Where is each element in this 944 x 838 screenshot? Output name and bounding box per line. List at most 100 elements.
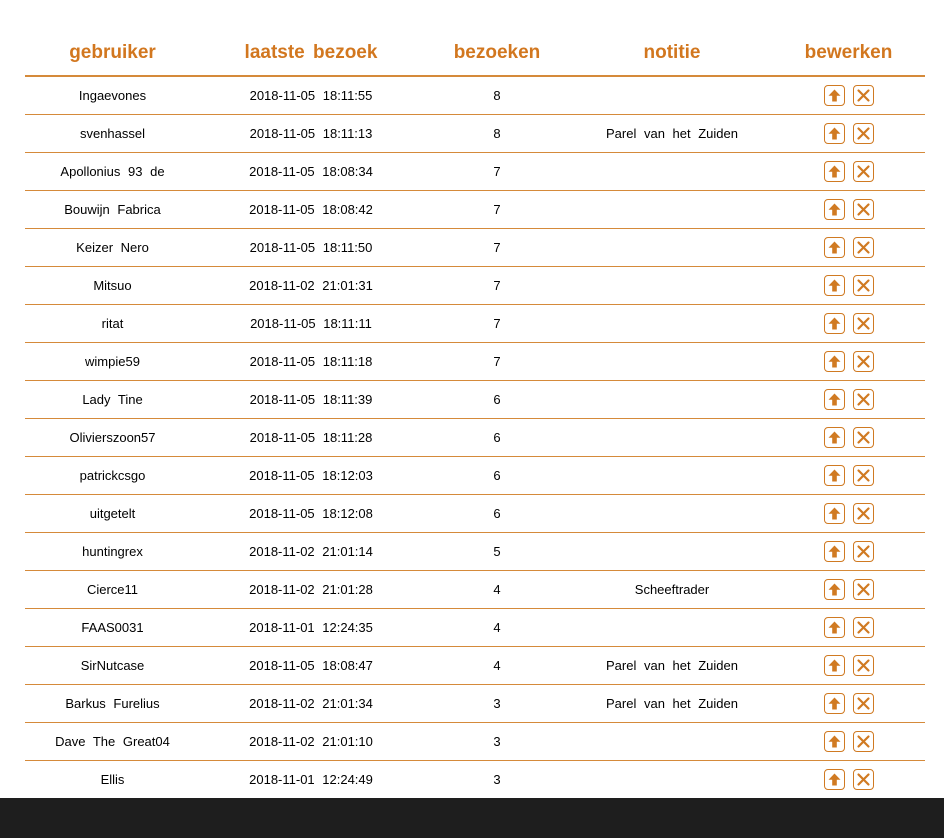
user-name[interactable]: huntingrex — [25, 544, 200, 559]
close-x-icon[interactable] — [852, 769, 874, 790]
close-x-icon[interactable] — [852, 237, 874, 258]
close-x-icon[interactable] — [852, 731, 874, 752]
close-x-icon[interactable] — [852, 541, 874, 562]
arrow-up-icon[interactable] — [823, 617, 845, 638]
header-last-visit[interactable]: laatste bezoek — [200, 42, 422, 64]
arrow-up-icon[interactable] — [823, 579, 845, 600]
user-name[interactable]: Ingaevones — [25, 88, 200, 103]
arrow-up-icon[interactable] — [823, 275, 845, 296]
table-row: Mitsuo 2018-11-02 21:01:31 7 — [25, 267, 925, 305]
arrow-up-icon[interactable] — [823, 199, 845, 220]
close-x-icon[interactable] — [852, 275, 874, 296]
header-note[interactable]: notitie — [572, 42, 772, 64]
close-x-icon[interactable] — [852, 85, 874, 106]
arrow-up-icon[interactable] — [823, 389, 845, 410]
last-visit: 2018-11-02 21:01:28 — [249, 582, 373, 597]
arrow-up-icon[interactable] — [823, 541, 845, 562]
arrow-up-icon[interactable] — [823, 655, 845, 676]
last-visit: 2018-11-05 18:12:08 — [249, 506, 373, 521]
arrow-up-icon[interactable] — [823, 503, 845, 524]
user-name[interactable]: Mitsuo — [25, 278, 200, 293]
close-x-icon[interactable] — [852, 389, 874, 410]
row-actions — [772, 655, 925, 676]
visit-count: 7 — [493, 240, 501, 255]
last-visit: 2018-11-05 18:08:34 — [249, 164, 373, 179]
row-actions — [772, 769, 925, 790]
arrow-up-icon[interactable] — [823, 769, 845, 790]
table-row: Keizer Nero 2018-11-05 18:11:50 7 — [25, 229, 925, 267]
last-visit: 2018-11-05 18:11:39 — [249, 392, 373, 407]
visit-count: 6 — [493, 506, 501, 521]
last-visit: 2018-11-05 18:12:03 — [249, 468, 373, 483]
close-x-icon[interactable] — [852, 617, 874, 638]
arrow-up-icon[interactable] — [823, 693, 845, 714]
arrow-up-icon[interactable] — [823, 731, 845, 752]
row-actions — [772, 731, 925, 752]
user-name[interactable]: Dave The Great04 — [25, 734, 200, 749]
last-visit: 2018-11-05 18:11:50 — [249, 240, 373, 255]
close-x-icon[interactable] — [852, 503, 874, 524]
user-name[interactable]: ritat — [25, 316, 200, 331]
user-name[interactable]: Barkus Furelius — [25, 696, 200, 711]
visit-count: 4 — [493, 620, 501, 635]
row-actions — [772, 123, 925, 144]
note: Parel van het Zuiden — [606, 696, 738, 711]
user-name[interactable]: patrickcsgo — [25, 468, 200, 483]
close-x-icon[interactable] — [852, 655, 874, 676]
arrow-up-icon[interactable] — [823, 465, 845, 486]
row-actions — [772, 237, 925, 258]
user-name[interactable]: Apollonius 93 de — [25, 164, 200, 179]
table-row: SirNutcase 2018-11-05 18:08:47 4 Parel van … — [25, 647, 925, 685]
last-visit: 2018-11-02 21:01:31 — [249, 278, 373, 293]
arrow-up-icon[interactable] — [823, 123, 845, 144]
table-row: wimpie59 2018-11-05 18:11:18 7 — [25, 343, 925, 381]
arrow-up-icon[interactable] — [823, 427, 845, 448]
header-edit: bewerken — [804, 41, 893, 63]
arrow-up-icon[interactable] — [823, 313, 845, 334]
user-name[interactable]: svenhassel — [25, 126, 200, 141]
last-visit: 2018-11-02 21:01:10 — [249, 734, 373, 749]
user-name[interactable]: uitgetelt — [25, 506, 200, 521]
last-visit: 2018-11-02 21:01:14 — [249, 544, 373, 559]
last-visit: 2018-11-05 18:11:11 — [250, 316, 372, 331]
header-visits[interactable]: bezoeken — [422, 42, 572, 64]
table-row: Cierce11 2018-11-02 21:01:28 4 Scheeftrader — [25, 571, 925, 609]
arrow-up-icon[interactable] — [823, 161, 845, 182]
user-name[interactable]: FAAS0031 — [25, 620, 200, 635]
last-visit: 2018-11-05 18:08:42 — [249, 202, 373, 217]
bottom-bar — [0, 798, 944, 838]
user-name[interactable]: Keizer Nero — [25, 240, 200, 255]
last-visit: 2018-11-01 12:24:49 — [249, 772, 373, 787]
user-name[interactable]: Olivierszoon57 — [25, 430, 200, 445]
table-header: gebruiker laatste bezoek bezoeken notiti… — [25, 30, 925, 77]
arrow-up-icon[interactable] — [823, 237, 845, 258]
arrow-up-icon[interactable] — [823, 85, 845, 106]
arrow-up-icon[interactable] — [823, 351, 845, 372]
close-x-icon[interactable] — [852, 427, 874, 448]
header-user[interactable]: gebruiker — [25, 42, 200, 64]
visit-count: 7 — [493, 202, 501, 217]
visit-count: 3 — [493, 772, 501, 787]
close-x-icon[interactable] — [852, 579, 874, 600]
last-visit: 2018-11-05 18:11:55 — [249, 88, 373, 103]
user-name[interactable]: Cierce11 — [25, 582, 200, 597]
close-x-icon[interactable] — [852, 199, 874, 220]
last-visit: 2018-11-05 18:08:47 — [249, 658, 373, 673]
user-name[interactable]: Ellis — [25, 772, 200, 787]
close-x-icon[interactable] — [852, 161, 874, 182]
user-name[interactable]: wimpie59 — [25, 354, 200, 369]
close-x-icon[interactable] — [852, 313, 874, 334]
table-row: uitgetelt 2018-11-05 18:12:08 6 — [25, 495, 925, 533]
table-row: FAAS0031 2018-11-01 12:24:35 4 — [25, 609, 925, 647]
user-name[interactable]: Bouwijn Fabrica — [25, 202, 200, 217]
visit-count: 5 — [493, 544, 501, 559]
close-x-icon[interactable] — [852, 351, 874, 372]
close-x-icon[interactable] — [852, 693, 874, 714]
user-name[interactable]: Lady Tine — [25, 392, 200, 407]
visit-count: 3 — [493, 734, 501, 749]
user-name[interactable]: SirNutcase — [25, 658, 200, 673]
close-x-icon[interactable] — [852, 465, 874, 486]
close-x-icon[interactable] — [852, 123, 874, 144]
table-row: Ellis 2018-11-01 12:24:49 3 — [25, 761, 925, 799]
visit-count: 7 — [493, 164, 501, 179]
